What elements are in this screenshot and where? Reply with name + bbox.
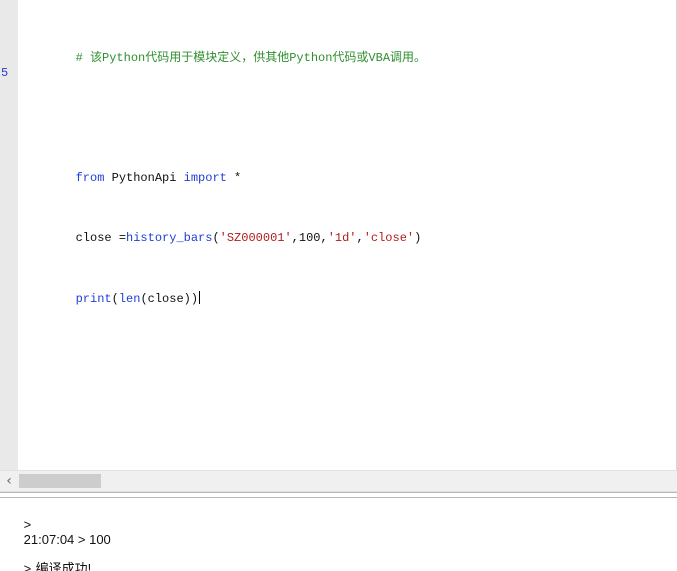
comma: , (320, 231, 328, 245)
code-line-2[interactable] (18, 96, 676, 111)
keyword-import: import (183, 171, 227, 185)
python-editor-window: 5 # 该Python代码用于模块定义，供其他Python代码或VBA调用。 f… (0, 0, 677, 571)
scrollbar-thumb[interactable] (19, 474, 101, 488)
paren-open: ( (111, 292, 119, 306)
import-star: * (226, 171, 242, 185)
function-history-bars: history_bars (126, 231, 213, 245)
function-print: print (75, 292, 112, 306)
call-args: (close)) (140, 292, 199, 306)
code-line-5[interactable]: print(len(close)) (18, 276, 676, 306)
assignment: close = (75, 231, 127, 245)
left-arrow-icon[interactable]: ‹ (0, 471, 18, 491)
code-line-1[interactable]: # 该Python代码用于模块定义，供其他Python代码或VBA调用。 (18, 36, 676, 65)
output-line-3: > 编译成功! (2, 545, 92, 571)
code-comment: # 该Python代码用于模块定义，供其他Python代码或VBA调用。 (75, 51, 427, 65)
function-len: len (118, 292, 141, 306)
keyword-from: from (75, 171, 105, 185)
string-frequency: '1d' (327, 231, 357, 245)
string-symbol: 'SZ000001' (219, 231, 292, 245)
line-number: 5 (1, 66, 9, 80)
line-gutter: 5 (0, 0, 18, 470)
text-cursor (199, 291, 201, 304)
output-panel[interactable]: > 21:07:04 > 100 > 编译成功! (0, 498, 677, 571)
string-field: 'close' (363, 231, 415, 245)
comma: , (356, 231, 364, 245)
code-line-4[interactable]: close =history_bars('SZ000001',100,'1d',… (18, 216, 676, 245)
code-editor[interactable]: 5 # 该Python代码用于模块定义，供其他Python代码或VBA调用。 f… (0, 0, 677, 470)
code-lines[interactable]: # 该Python代码用于模块定义，供其他Python代码或VBA调用。 fro… (18, 6, 676, 470)
paren-open: ( (212, 231, 220, 245)
output-text: 编译成功! (35, 561, 92, 571)
import-module: PythonApi (104, 171, 184, 185)
output-prompt: > (23, 561, 32, 571)
comma: , (291, 231, 299, 245)
paren-close: ) (414, 231, 422, 245)
code-line-3[interactable]: from PythonApi import * (18, 156, 676, 185)
number-count: 100 (298, 231, 321, 245)
horizontal-scrollbar[interactable]: ‹ (0, 470, 677, 492)
